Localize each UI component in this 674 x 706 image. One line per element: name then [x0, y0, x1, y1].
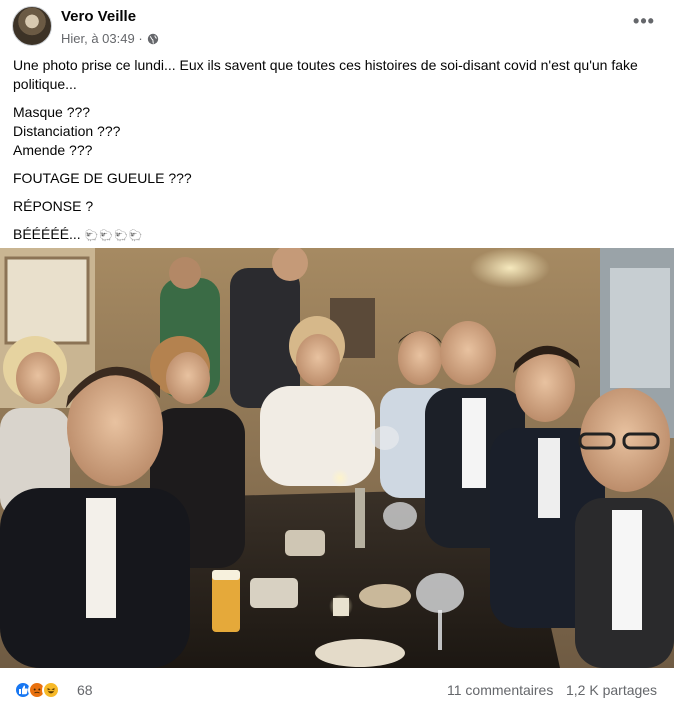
post-photo[interactable] — [0, 248, 674, 668]
facebook-post: Vero Veille Hier, à 03:49 · ••• Une phot… — [0, 0, 674, 706]
post-text-line: Masque ??? — [13, 104, 91, 120]
post-text-line: Distanciation ??? — [13, 123, 121, 139]
post-text-line: Amende ??? — [13, 142, 93, 158]
post-meta: Hier, à 03:49 · — [61, 31, 159, 46]
post-footer: 68 11 commentaires 1,2 K partages — [0, 668, 674, 706]
post-text-line: RÉPONSE ? — [13, 198, 94, 214]
post-text-line: FOUTAGE DE GUEULE ??? — [13, 170, 192, 186]
sheep-icon: 🐑🐑🐑🐑 — [84, 230, 144, 242]
post-text-beee: BÉÉÉÉÉ... — [13, 226, 81, 242]
comments-count-link[interactable]: 11 commentaires — [447, 682, 553, 698]
post-timestamp[interactable]: Hier, à 03:49 · — [61, 31, 143, 46]
post-text-line: BÉÉÉÉÉ... 🐑🐑🐑🐑 — [13, 225, 663, 246]
shares-count-link[interactable]: 1,2 K partages — [566, 682, 657, 698]
photo-image — [0, 248, 674, 668]
haha-icon — [42, 681, 60, 699]
author-avatar[interactable] — [12, 6, 52, 46]
author-name[interactable]: Vero Veille — [61, 8, 136, 25]
post-header: Vero Veille Hier, à 03:49 · ••• — [0, 0, 674, 52]
reaction-count[interactable]: 68 — [77, 682, 93, 698]
globe-icon[interactable] — [147, 33, 159, 45]
reactions-summary[interactable] — [14, 681, 60, 699]
post-text: Une photo prise ce lundi... Eux ils save… — [13, 56, 663, 246]
more-options-button[interactable]: ••• — [626, 12, 662, 36]
post-text-line: Une photo prise ce lundi... Eux ils save… — [13, 57, 638, 92]
